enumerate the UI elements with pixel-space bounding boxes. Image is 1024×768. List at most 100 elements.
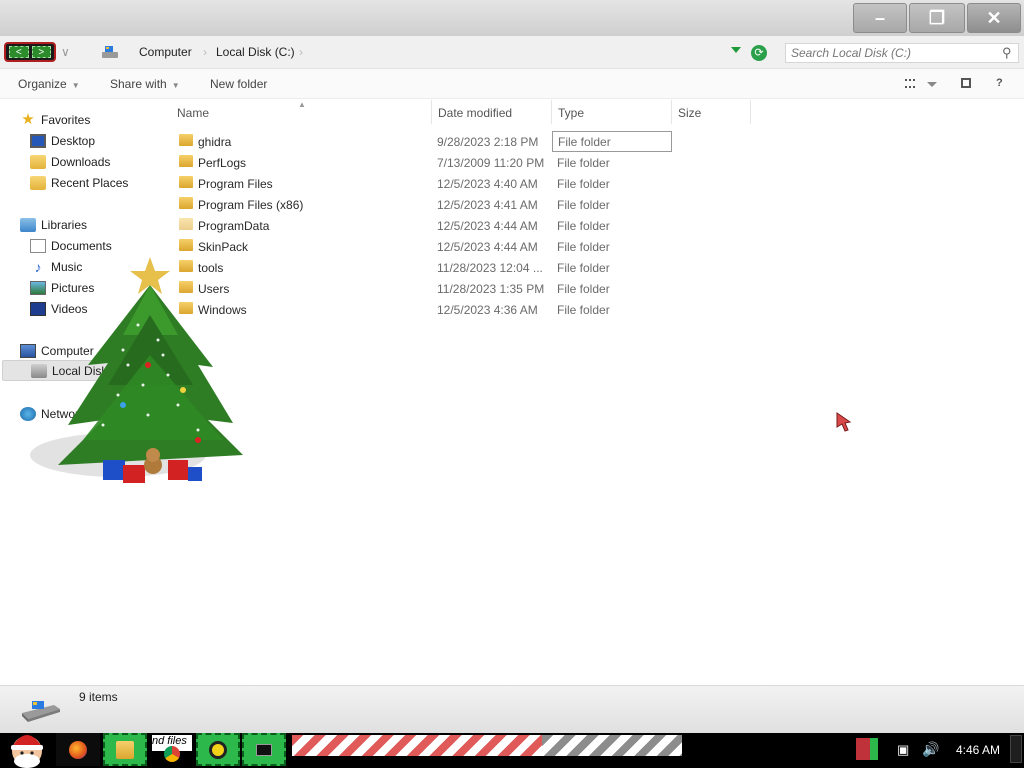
file-row[interactable]: Users 11/28/2023 1:35 PM File folder: [172, 278, 772, 299]
file-row[interactable]: PerfLogs 7/13/2009 11:20 PM File folder: [172, 152, 772, 173]
recent-pages-dropdown[interactable]: ∨: [61, 45, 70, 59]
taskbar-progress-strip: [292, 735, 682, 756]
network-tray-icon[interactable]: ▣: [897, 742, 909, 758]
file-date: 7/13/2009 11:20 PM: [437, 156, 545, 170]
folder-icon: [179, 197, 193, 209]
column-type[interactable]: Type: [558, 106, 584, 120]
file-date: 9/28/2023 2:18 PM: [437, 135, 539, 149]
nav-buttons: < >: [4, 42, 56, 62]
sort-ascending-icon: ▲: [298, 100, 306, 109]
details-pane: 9 items: [0, 685, 1024, 733]
file-row[interactable]: Program Files (x86) 12/5/2023 4:41 AM File…: [172, 194, 772, 215]
column-size[interactable]: Size: [678, 106, 701, 120]
share-with-button[interactable]: Share with ▼: [110, 77, 180, 91]
file-name: ProgramData: [198, 219, 270, 233]
chrome-icon: [164, 746, 180, 762]
nav-recent-places[interactable]: Recent Places: [0, 172, 172, 193]
breadcrumb-computer[interactable]: Computer: [139, 45, 192, 59]
taskbar-explorer[interactable]: [103, 733, 147, 766]
taskbar-firefox[interactable]: [56, 733, 100, 766]
nav-libraries[interactable]: Libraries: [0, 214, 172, 235]
nav-favorites[interactable]: ★ Favorites: [0, 109, 172, 130]
file-type: File folder: [557, 282, 610, 296]
file-date: 12/5/2023 4:44 AM: [437, 219, 538, 233]
close-button[interactable]: ✕: [967, 3, 1021, 33]
column-headers: ▲ Name Date modified Type Size: [172, 100, 1024, 126]
new-folder-button[interactable]: New folder: [210, 77, 267, 91]
forward-button[interactable]: >: [31, 46, 51, 58]
change-view-icon[interactable]: [905, 79, 915, 88]
folder-icon: [179, 218, 193, 230]
view-dropdown-icon[interactable]: [927, 82, 937, 87]
christmas-tree-gadget-icon[interactable]: [28, 255, 253, 495]
item-count: 9 items: [79, 690, 118, 704]
back-button[interactable]: <: [9, 46, 29, 58]
taskbar-app[interactable]: [196, 733, 240, 766]
minimize-button[interactable]: –: [853, 3, 907, 33]
taskbar-cmd[interactable]: [242, 733, 286, 766]
taskbar: nd files ▣ 🔊 4:46 AM: [0, 733, 1024, 768]
command-bar: Organize ▼ Share with ▼ New folder ?: [0, 69, 1024, 99]
chevron-down-icon: ▼: [171, 81, 180, 90]
show-desktop-button[interactable]: [1010, 735, 1022, 763]
file-name: SkinPack: [198, 240, 249, 254]
tray-app-icon[interactable]: [856, 738, 878, 760]
file-row[interactable]: SkinPack 12/5/2023 4:44 AM File folder: [172, 236, 772, 257]
file-type: File folder: [557, 303, 610, 317]
breadcrumb-separator[interactable]: ›: [203, 45, 207, 59]
file-row[interactable]: ghidra 9/28/2023 2:18 PM File folder: [172, 131, 772, 152]
search-icon[interactable]: ⚲: [1002, 45, 1012, 61]
mouse-cursor-icon: [836, 412, 852, 432]
nav-downloads-label: Downloads: [51, 154, 111, 169]
column-date-modified[interactable]: Date modified: [438, 106, 512, 120]
start-button-santa-icon[interactable]: [4, 727, 50, 768]
title-bar[interactable]: – ❐ ✕: [0, 0, 1024, 36]
column-divider[interactable]: [551, 100, 552, 124]
file-type: File folder: [557, 219, 610, 233]
file-date: 12/5/2023 4:44 AM: [437, 240, 538, 254]
nav-favorites-label: Favorites: [41, 112, 91, 127]
file-row[interactable]: Program Files 12/5/2023 4:40 AM File folde…: [172, 173, 772, 194]
address-dropdown-icon[interactable]: [731, 47, 741, 53]
nav-documents[interactable]: Documents: [0, 235, 172, 256]
breadcrumb-separator[interactable]: ›: [299, 45, 303, 59]
desktop-icon: [30, 133, 46, 148]
address-bar-row: < > ∨ Computer › Local Disk (C:) › ⟳ Sea…: [0, 36, 1024, 69]
preview-pane-icon[interactable]: [961, 78, 971, 88]
file-type: File folder: [557, 156, 610, 170]
column-divider[interactable]: [671, 100, 672, 124]
folder-icon: [179, 155, 193, 167]
nav-downloads[interactable]: Downloads: [0, 151, 172, 172]
breadcrumb-local-disk[interactable]: Local Disk (C:): [216, 45, 295, 59]
file-date: 12/5/2023 4:36 AM: [437, 303, 538, 317]
nav-desktop[interactable]: Desktop: [0, 130, 172, 151]
column-divider[interactable]: [750, 100, 751, 124]
clock[interactable]: 4:46 AM: [956, 743, 1000, 757]
folder-icon: [179, 239, 193, 251]
maximize-button[interactable]: ❐: [909, 3, 965, 33]
refresh-icon[interactable]: ⟳: [751, 45, 767, 61]
organize-button[interactable]: Organize ▼: [18, 77, 80, 91]
recent-places-icon: [30, 175, 46, 190]
libraries-icon: [20, 217, 36, 232]
app-icon: [209, 740, 227, 759]
folder-icon: [116, 740, 134, 759]
terminal-icon: [256, 743, 272, 756]
file-type: File folder: [557, 240, 610, 254]
folder-icon: [179, 134, 193, 146]
file-row[interactable]: tools 11/28/2023 12:04 ... File folder: [172, 257, 772, 278]
file-row[interactable]: Windows 12/5/2023 4:36 AM File folder: [172, 299, 772, 320]
file-row[interactable]: ProgramData 12/5/2023 4:44 AM File folder: [172, 215, 772, 236]
search-input[interactable]: Search Local Disk (C:): [785, 43, 1019, 63]
column-name[interactable]: Name: [177, 106, 209, 120]
taskbar-chrome[interactable]: [150, 743, 194, 765]
column-divider[interactable]: [431, 100, 432, 124]
tray-app-accent: [870, 738, 878, 760]
file-name: Program Files: [198, 177, 273, 191]
chevron-down-icon: ▼: [71, 81, 80, 90]
volume-icon[interactable]: 🔊: [922, 741, 939, 758]
nav-recent-places-label: Recent Places: [51, 175, 129, 190]
help-icon[interactable]: ?: [996, 77, 1003, 89]
drive-icon: [22, 701, 60, 722]
documents-icon: [30, 238, 46, 253]
